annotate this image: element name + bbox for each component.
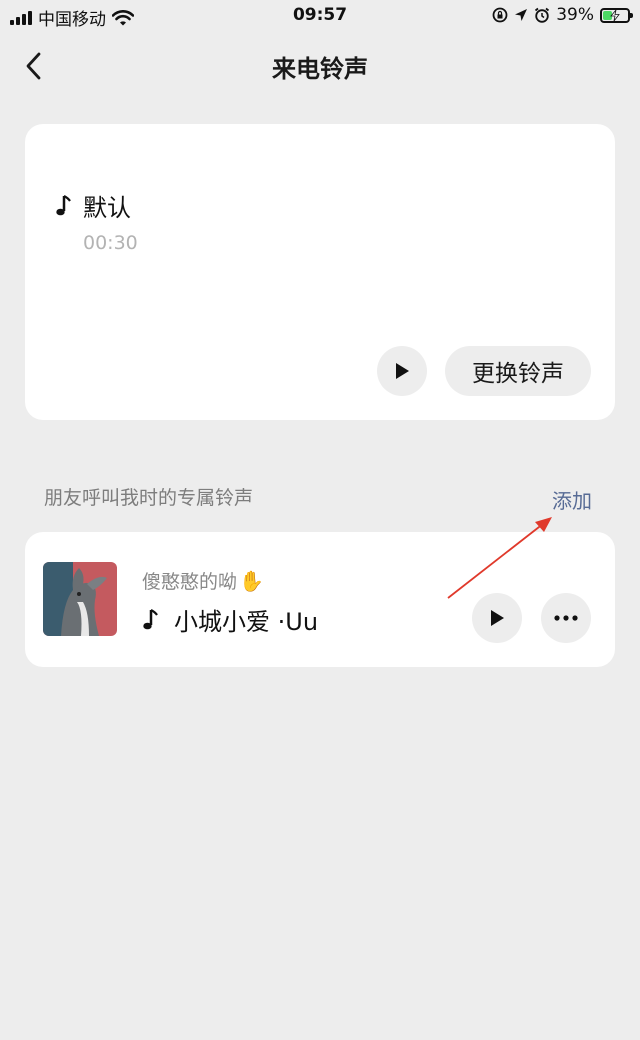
add-button[interactable]: 添加 (552, 485, 592, 514)
nav-bar: 来电铃声 (0, 34, 640, 98)
status-bar: 中国移动 09:57 39% (0, 0, 640, 34)
contact-name-text: 傻憨憨的呦 (142, 571, 238, 593)
more-icon (554, 615, 578, 621)
friends-section-label: 朋友呼叫我时的专属铃声 (44, 487, 254, 509)
location-icon (515, 9, 528, 21)
album-art-image (43, 562, 117, 636)
page-title: 来电铃声 (272, 55, 368, 83)
song-title: 小城小爱 ·Uu (174, 608, 319, 636)
hand-emoji: ✋ (239, 568, 264, 593)
song-row: 小城小爱 ·Uu (142, 602, 318, 637)
friend-ringtone-card: 傻憨憨的呦 ✋ 小城小爱 ·Uu (25, 532, 615, 667)
change-ringtone-button[interactable]: 更换铃声 (445, 346, 591, 396)
ringtone-duration: 00:30 (83, 232, 138, 254)
battery-percent: 39% (556, 5, 594, 25)
play-friend-button[interactable] (472, 593, 522, 643)
play-icon (491, 610, 504, 626)
music-note-icon (56, 194, 71, 215)
play-default-button[interactable] (377, 346, 427, 396)
default-ringtone-card: 默认 00:30 更换铃声 (25, 124, 615, 420)
ringtone-name: 默认 (83, 194, 131, 222)
battery-icon (600, 7, 633, 23)
default-ringtone-row: 默认 (55, 188, 131, 223)
alarm-icon (535, 7, 550, 23)
contact-name: 傻憨憨的呦 ✋ (142, 567, 264, 594)
music-note-icon (143, 608, 158, 629)
status-right: 39% (492, 5, 633, 25)
more-button[interactable] (541, 593, 591, 643)
play-icon (396, 363, 409, 379)
album-art[interactable] (43, 562, 117, 636)
orientation-lock-icon (492, 7, 508, 23)
charging-bolt-icon (610, 9, 620, 21)
